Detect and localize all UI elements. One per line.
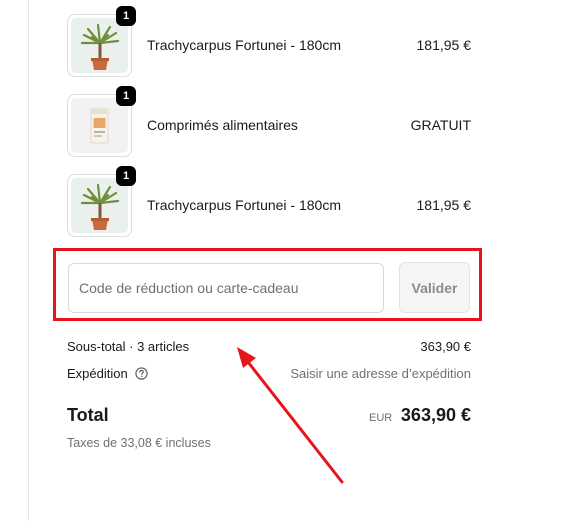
total-value: 363,90 € — [400, 405, 471, 425]
product-price: GRATUIT — [410, 117, 471, 133]
product-name: Comprimés alimentaires — [147, 117, 298, 133]
product-price: 181,95 € — [416, 37, 472, 53]
currency-code: EUR — [369, 412, 393, 424]
shipping-label: Expédition — [67, 366, 128, 381]
product-name: Trachycarpus Fortunei - 180cm — [147, 37, 341, 53]
line-item: 1 Trachycarpus Fortunei - 180cm 181,95 € — [67, 6, 472, 78]
total-label: Total — [67, 405, 109, 425]
subtotal-value: 363,90 € — [420, 339, 471, 354]
subtotal-label: Sous-total · 3 articles — [67, 339, 190, 354]
taxes-note: Taxes de 33,08 € incluses — [67, 436, 211, 450]
quantity-badge: 1 — [116, 86, 136, 106]
quantity-badge: 1 — [116, 6, 136, 26]
discount-code-input[interactable] — [68, 263, 384, 313]
line-item: 1 Trachycarpus Fortunei - 180cm 181,95 € — [67, 166, 472, 238]
quantity-badge: 1 — [116, 166, 136, 186]
apply-discount-button[interactable]: Valider — [399, 262, 470, 313]
product-price: 181,95 € — [416, 197, 472, 213]
shipping-row: Expédition — [67, 366, 148, 381]
help-circle-icon[interactable] — [135, 367, 148, 380]
line-item: 1 Comprimés alimentaires GRATUIT — [67, 86, 471, 158]
product-name: Trachycarpus Fortunei - 180cm — [147, 197, 341, 213]
order-summary-border — [28, 0, 29, 521]
shipping-value: Saisir une adresse d’expédition — [290, 366, 471, 381]
